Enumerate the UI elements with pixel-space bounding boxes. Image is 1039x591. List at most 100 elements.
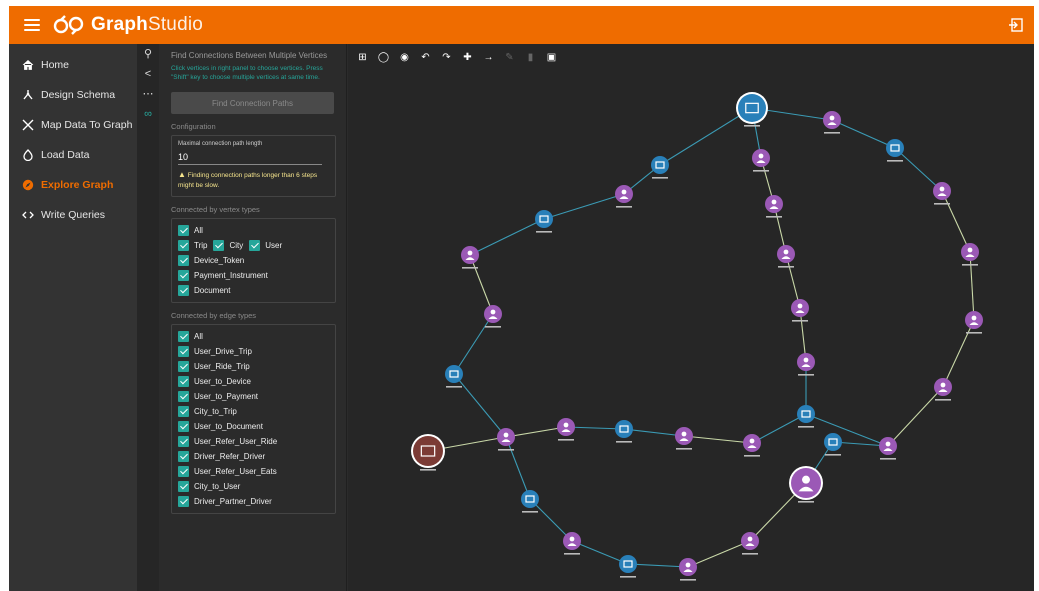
graph-view[interactable]	[348, 44, 1034, 591]
checkbox[interactable]	[178, 436, 189, 447]
checkbox[interactable]	[178, 466, 189, 477]
user-vertex[interactable]	[743, 434, 761, 457]
user-vertex[interactable]	[765, 195, 783, 218]
graph-edge[interactable]	[543, 193, 625, 220]
find-connection-paths-button[interactable]: Find Connection Paths	[171, 92, 334, 114]
trip-vertex[interactable]	[886, 139, 904, 162]
max-length-input[interactable]	[178, 149, 322, 165]
trip-vertex[interactable]	[535, 210, 553, 233]
user-vertex[interactable]	[615, 185, 633, 208]
graph-edge[interactable]	[887, 386, 944, 447]
checkbox[interactable]	[178, 240, 189, 251]
user-vertex[interactable]	[965, 311, 983, 334]
user-vertex[interactable]	[741, 532, 759, 555]
user-vertex[interactable]	[791, 299, 809, 322]
sidebar-item-load-data[interactable]: Load Data	[9, 140, 137, 170]
user-vertex[interactable]	[777, 245, 795, 268]
checkbox[interactable]	[178, 255, 189, 266]
checkbox[interactable]	[178, 361, 189, 372]
grid-layout-icon[interactable]: ⊞	[354, 50, 371, 64]
graph-edge[interactable]	[942, 319, 975, 388]
checkbox[interactable]	[178, 391, 189, 402]
trip-vertex[interactable]	[797, 405, 815, 428]
graph-edge[interactable]	[687, 540, 751, 568]
checkbox[interactable]	[178, 421, 189, 432]
graph-edge[interactable]	[453, 373, 507, 438]
user-vertex[interactable]	[752, 149, 770, 172]
checkbox[interactable]	[178, 496, 189, 507]
checkbox[interactable]	[213, 240, 225, 251]
app-logo[interactable]: GraphStudio	[53, 11, 203, 39]
user-vertex[interactable]	[679, 558, 697, 581]
app-window: GraphStudio Home Design Schema Map Data …	[9, 6, 1034, 591]
user-vertex[interactable]	[879, 437, 897, 460]
graph-canvas[interactable]: ⊞ ◯ ◉ ↶ ↷ ✚ → ✎ ▮ ▣	[348, 44, 1034, 591]
user-vertex[interactable]	[557, 418, 575, 441]
user-vertex[interactable]	[933, 182, 951, 205]
checkbox[interactable]	[178, 376, 189, 387]
user-vertex[interactable]	[675, 427, 693, 450]
add-edge-icon[interactable]: →	[480, 50, 497, 64]
checkbox[interactable]	[178, 331, 189, 342]
checkbox[interactable]	[249, 240, 261, 251]
checkbox[interactable]	[178, 225, 189, 236]
graph-edge[interactable]	[805, 413, 889, 447]
graph-edge[interactable]	[627, 563, 689, 568]
graph-edge[interactable]	[469, 218, 545, 256]
graph-edge[interactable]	[831, 119, 896, 149]
locate-icon[interactable]: ◯	[375, 50, 392, 64]
graph-edge[interactable]	[683, 435, 753, 444]
share-icon[interactable]: <	[137, 64, 159, 84]
trip-vertex[interactable]	[736, 92, 768, 127]
sidebar-item-explore-graph[interactable]: Explore Graph	[9, 170, 137, 200]
user-vertex[interactable]	[823, 111, 841, 134]
checkbox[interactable]	[178, 346, 189, 357]
checkbox[interactable]	[178, 406, 189, 417]
undo-icon[interactable]: ↶	[417, 50, 434, 64]
checkbox[interactable]	[178, 285, 189, 296]
more-icon[interactable]: ⋯	[137, 84, 159, 104]
graph-edge[interactable]	[505, 426, 567, 438]
add-vertex-icon[interactable]: ✚	[459, 50, 476, 64]
graph-edge[interactable]	[894, 147, 943, 192]
graph-edge[interactable]	[751, 413, 807, 444]
trip-vertex[interactable]	[615, 420, 633, 443]
sidebar-item-write-queries[interactable]: Write Queries	[9, 200, 137, 230]
checkbox[interactable]	[178, 481, 189, 492]
graph-edge[interactable]	[969, 251, 975, 321]
delete-icon[interactable]: ▮	[522, 50, 539, 64]
graph-edge[interactable]	[941, 190, 971, 253]
checkbox[interactable]	[178, 451, 189, 462]
graph-edge[interactable]	[505, 436, 531, 500]
trip-vertex[interactable]	[619, 555, 637, 578]
screenshot-icon[interactable]: ▣	[543, 50, 560, 64]
path-icon[interactable]: ∞	[137, 104, 159, 124]
edit-icon[interactable]: ✎	[501, 50, 518, 64]
user-vertex[interactable]	[563, 532, 581, 555]
graph-edge[interactable]	[571, 540, 629, 565]
explore-icon	[21, 178, 35, 192]
trip-vertex[interactable]	[445, 365, 463, 388]
city-vertex[interactable]	[411, 434, 445, 471]
search-icon[interactable]: ⚲	[137, 44, 159, 64]
trip-vertex[interactable]	[651, 156, 669, 179]
user-vertex[interactable]	[961, 243, 979, 266]
graph-edge[interactable]	[659, 107, 753, 166]
graph-edge[interactable]	[469, 254, 494, 315]
user-vertex[interactable]	[497, 428, 515, 451]
redo-icon[interactable]: ↷	[438, 50, 455, 64]
sidebar-item-design-schema[interactable]: Design Schema	[9, 80, 137, 110]
logout-icon[interactable]	[1008, 17, 1024, 33]
menu-icon[interactable]	[23, 16, 41, 34]
hide-icon[interactable]: ◉	[396, 50, 413, 64]
graph-edge[interactable]	[453, 313, 494, 375]
sidebar-item-map-data[interactable]: Map Data To Graph	[9, 110, 137, 140]
graph-edge[interactable]	[623, 428, 685, 437]
user-vertex[interactable]	[789, 466, 823, 503]
user-vertex[interactable]	[461, 246, 479, 269]
checkbox[interactable]	[178, 270, 189, 281]
trip-vertex[interactable]	[521, 490, 539, 513]
user-vertex[interactable]	[934, 378, 952, 401]
panel-title: Find Connections Between Multiple Vertic…	[171, 51, 328, 60]
sidebar-item-home[interactable]: Home	[9, 50, 137, 80]
